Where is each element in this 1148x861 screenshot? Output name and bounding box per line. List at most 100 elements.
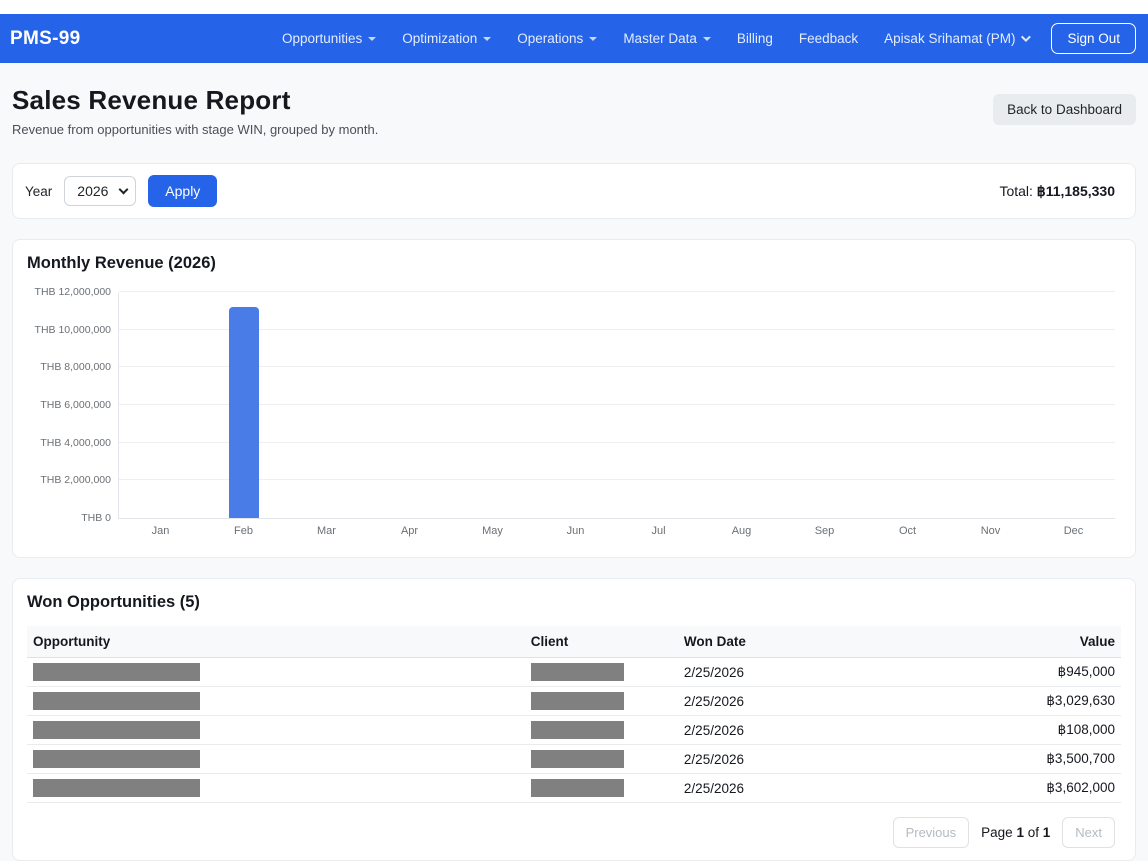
total-pages-number: 1 bbox=[1043, 825, 1051, 840]
cell-won-date: 2/25/2026 bbox=[678, 658, 913, 687]
redacted-client-name bbox=[531, 692, 624, 710]
y-axis-tick-label: THB 8,000,000 bbox=[21, 361, 111, 373]
cell-value: ฿108,000 bbox=[913, 716, 1121, 745]
redacted-opportunity-name bbox=[33, 692, 200, 710]
nav-item-operations[interactable]: Operations bbox=[504, 23, 610, 54]
redacted-client-name bbox=[531, 779, 624, 797]
y-axis-tick-label: THB 6,000,000 bbox=[21, 399, 111, 411]
cell-opportunity bbox=[27, 745, 525, 774]
cell-won-date: 2/25/2026 bbox=[678, 687, 913, 716]
filter-bar: Year 2026 Apply Total: ฿11,185,330 bbox=[12, 163, 1136, 219]
redacted-client-name bbox=[531, 663, 624, 681]
page-content: Sales Revenue Report Revenue from opport… bbox=[0, 63, 1148, 861]
chevron-down-icon bbox=[703, 37, 711, 41]
cell-opportunity bbox=[27, 687, 525, 716]
chevron-down-icon bbox=[589, 37, 597, 41]
x-axis-tick-label: Apr bbox=[380, 525, 440, 537]
cell-won-date: 2/25/2026 bbox=[678, 745, 913, 774]
redacted-client-name bbox=[531, 721, 624, 739]
cell-value: ฿3,602,000 bbox=[913, 774, 1121, 803]
nav-item-label: Opportunities bbox=[282, 31, 362, 46]
table-row: 2/25/2026฿945,000 bbox=[27, 658, 1121, 687]
cell-won-date: 2/25/2026 bbox=[678, 774, 913, 803]
cell-client bbox=[525, 716, 678, 745]
page-indicator: Page 1 of 1 bbox=[981, 825, 1050, 840]
x-axis-tick-label: Oct bbox=[878, 525, 938, 537]
nav-item-label: Operations bbox=[517, 31, 583, 46]
table-row: 2/25/2026฿3,500,700 bbox=[27, 745, 1121, 774]
gridline bbox=[119, 329, 1115, 330]
table-body: 2/25/2026฿945,0002/25/2026฿3,029,6302/25… bbox=[27, 658, 1121, 803]
total-value: ฿11,185,330 bbox=[1037, 183, 1115, 199]
nav-item-billing[interactable]: Billing bbox=[724, 23, 786, 54]
chart-title: Monthly Revenue (2026) bbox=[27, 254, 1121, 273]
nav-item-label: Apisak Srihamat (PM) bbox=[884, 31, 1015, 46]
x-axis-tick-label: May bbox=[463, 525, 523, 537]
nav-item-label: Optimization bbox=[402, 31, 477, 46]
next-page-button[interactable]: Next bbox=[1062, 817, 1115, 848]
navbar-menu: Opportunities Optimization Operations Maste… bbox=[269, 23, 1042, 54]
nav-item-feedback[interactable]: Feedback bbox=[786, 23, 871, 54]
gridline bbox=[119, 479, 1115, 480]
page-header-text: Sales Revenue Report Revenue from opport… bbox=[12, 85, 378, 137]
y-axis-tick-label: THB 10,000,000 bbox=[21, 324, 111, 336]
redacted-opportunity-name bbox=[33, 779, 200, 797]
y-axis-tick-label: THB 0 bbox=[21, 512, 111, 524]
nav-item-optimization[interactable]: Optimization bbox=[389, 23, 504, 54]
redacted-opportunity-name bbox=[33, 663, 200, 681]
y-axis-tick-label: THB 4,000,000 bbox=[21, 437, 111, 449]
redacted-client-name bbox=[531, 750, 624, 768]
x-axis-tick-label: Aug bbox=[712, 525, 772, 537]
nav-item-master-data[interactable]: Master Data bbox=[610, 23, 724, 54]
x-axis-tick-label: Dec bbox=[1044, 525, 1104, 537]
pagination: Previous Page 1 of 1 Next bbox=[27, 817, 1121, 848]
nav-item-label: Master Data bbox=[623, 31, 697, 46]
sign-out-button[interactable]: Sign Out bbox=[1051, 23, 1136, 54]
back-to-dashboard-button[interactable]: Back to Dashboard bbox=[993, 94, 1136, 125]
y-axis-tick-label: THB 2,000,000 bbox=[21, 474, 111, 486]
gridline bbox=[119, 291, 1115, 292]
nav-item-label: Billing bbox=[737, 31, 773, 46]
gridline bbox=[119, 442, 1115, 443]
total-label: Total: bbox=[999, 183, 1032, 199]
x-axis-tick-label: Mar bbox=[297, 525, 357, 537]
column-header-client: Client bbox=[525, 626, 678, 658]
cell-value: ฿945,000 bbox=[913, 658, 1121, 687]
page-subtitle: Revenue from opportunities with stage WI… bbox=[12, 122, 378, 137]
cell-opportunity bbox=[27, 774, 525, 803]
chevron-down-icon bbox=[1021, 32, 1031, 42]
cell-client bbox=[525, 745, 678, 774]
of-word: of bbox=[1028, 825, 1039, 840]
cell-client bbox=[525, 687, 678, 716]
year-select-wrap: 2026 bbox=[64, 176, 136, 206]
y-axis-tick-label: THB 12,000,000 bbox=[21, 286, 111, 298]
bar-feb bbox=[229, 307, 259, 518]
previous-page-button[interactable]: Previous bbox=[893, 817, 970, 848]
total-revenue: Total: ฿11,185,330 bbox=[999, 183, 1123, 200]
nav-item-opportunities[interactable]: Opportunities bbox=[269, 23, 389, 54]
table-row: 2/25/2026฿108,000 bbox=[27, 716, 1121, 745]
apply-button[interactable]: Apply bbox=[148, 175, 217, 207]
won-opportunities-table: Opportunity Client Won Date Value 2/25/2… bbox=[27, 626, 1121, 803]
column-header-won-date: Won Date bbox=[678, 626, 913, 658]
cell-won-date: 2/25/2026 bbox=[678, 716, 913, 745]
year-select[interactable]: 2026 bbox=[64, 176, 136, 206]
cell-client bbox=[525, 658, 678, 687]
x-axis-tick-label: Sep bbox=[795, 525, 855, 537]
table-row: 2/25/2026฿3,029,630 bbox=[27, 687, 1121, 716]
brand-logo[interactable]: PMS-99 bbox=[10, 28, 80, 50]
monthly-revenue-chart: THB 0THB 2,000,000THB 4,000,000THB 6,000… bbox=[27, 289, 1121, 541]
cell-value: ฿3,029,630 bbox=[913, 687, 1121, 716]
x-axis-tick-label: Jan bbox=[131, 525, 191, 537]
current-page-number: 1 bbox=[1016, 825, 1024, 840]
redacted-opportunity-name bbox=[33, 721, 200, 739]
column-header-value: Value bbox=[913, 626, 1121, 658]
navbar: PMS-99 Opportunities Optimization Operatio… bbox=[0, 14, 1148, 63]
chevron-down-icon bbox=[483, 37, 491, 41]
nav-item-apisak-srihamat-pm[interactable]: Apisak Srihamat (PM) bbox=[871, 23, 1041, 54]
won-opportunities-card: Won Opportunities (5) Opportunity Client… bbox=[12, 578, 1136, 861]
table-header: Opportunity Client Won Date Value bbox=[27, 626, 1121, 658]
column-header-opportunity: Opportunity bbox=[27, 626, 525, 658]
gridline bbox=[119, 404, 1115, 405]
chart-plot-area: THB 0THB 2,000,000THB 4,000,000THB 6,000… bbox=[118, 293, 1115, 519]
